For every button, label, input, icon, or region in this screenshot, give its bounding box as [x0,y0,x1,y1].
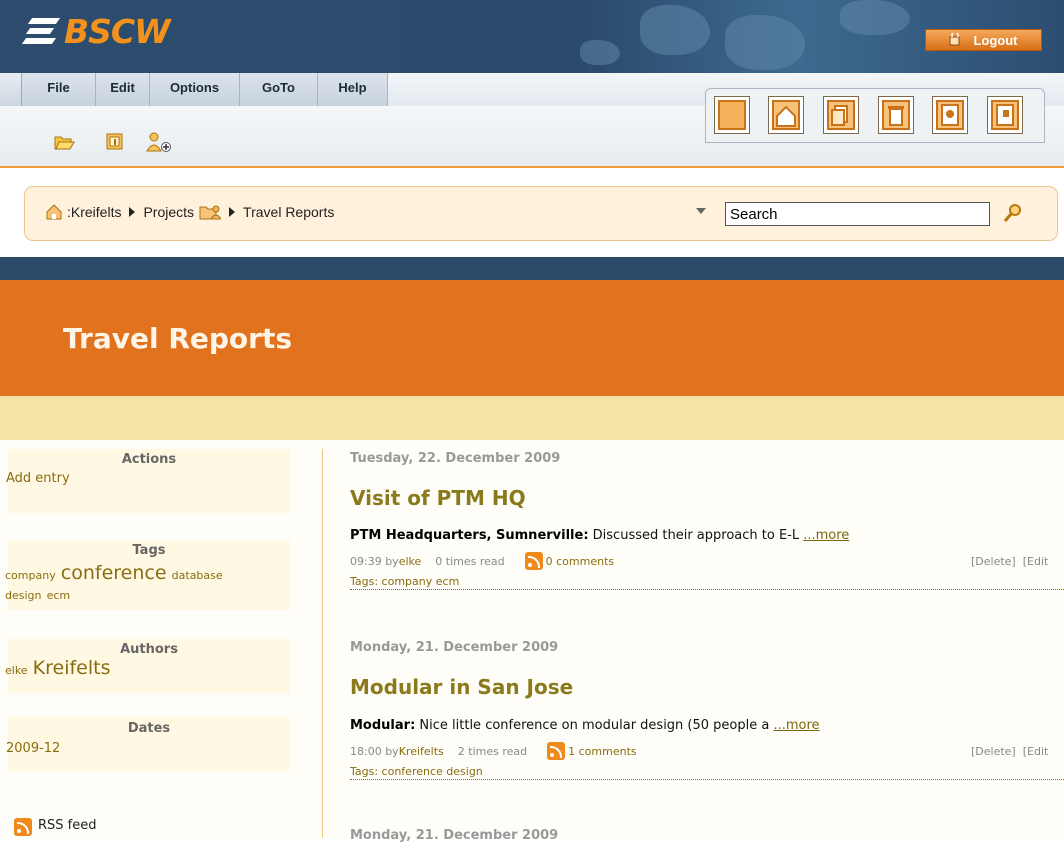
comments-rss-icon[interactable] [524,552,543,570]
rss-icon[interactable] [14,818,32,836]
author-kreifelts[interactable]: Kreifelts [33,657,111,679]
logo-mark-icon [21,14,61,50]
documents-icon [827,100,855,130]
entry-meta: 18:00 by Kreifelts 2 times read 1 commen… [350,742,637,760]
breadcrumb-current: Travel Reports [243,204,335,220]
entry-author[interactable]: elke [399,555,422,568]
entry-summary: PTM Headquarters, Sumnerville: Discussed… [350,528,849,543]
bscw-logo[interactable]: BSCW [21,12,171,51]
home-icon [772,100,800,130]
tag-conference[interactable]: conference [61,562,167,584]
entry-date: Monday, 21. December 2009 [350,640,559,655]
entry-time: 18:00 by [350,744,399,758]
menu-goto[interactable]: GoTo [240,73,318,106]
menu-file[interactable]: File [22,73,96,106]
logo-text: BSCW [64,12,171,51]
logout-button[interactable]: Logout [925,29,1042,51]
entry-actions: [Delete] [Edit [971,555,1048,568]
entry-date: Tuesday, 22. December 2009 [350,451,561,466]
tag-cloud: company conference database design ecm [5,564,290,605]
entry-text: Nice little conference on modular design… [415,718,774,733]
addressbook-view-tab[interactable] [932,96,968,134]
search-scope-dropdown-icon[interactable] [696,208,706,214]
actions-box: Actions Add entry [6,449,290,513]
search-icon[interactable] [1003,203,1023,223]
calendar-view-tab[interactable] [987,96,1023,134]
tags-heading: Tags [132,543,166,558]
entry-actions: [Delete] [Edit [971,745,1048,758]
divider-band [0,257,1064,280]
trash-view-tab[interactable] [878,96,914,134]
entry-reads: 2 times read [457,744,528,758]
open-folder-icon[interactable] [53,131,75,153]
delete-link[interactable]: [Delete] [971,555,1016,568]
entry-title[interactable]: Visit of PTM HQ [350,486,526,510]
tags-box: Tags company conference database design … [5,540,290,610]
entry-title[interactable]: Modular in San Jose [350,675,573,699]
dates-box: Dates 2009-12 [6,717,290,771]
breadcrumb-home[interactable]: :Kreifelts [67,204,121,220]
menu-help[interactable]: Help [318,73,388,106]
entry-lead: PTM Headquarters, Sumnerville: [350,528,589,543]
entry-tags[interactable]: Tags: conference design [350,765,1064,780]
clipboard-view-tab[interactable] [714,96,750,134]
more-link[interactable]: ...more [773,718,819,733]
entry-comments-link[interactable]: 1 comments [568,745,637,758]
edit-link[interactable]: [Edit [1023,555,1049,568]
tag-ecm[interactable]: ecm [47,589,71,602]
tag-database[interactable]: database [172,569,223,582]
author-cloud: elke Kreifelts [5,657,290,679]
authors-heading: Authors [120,642,178,657]
add-entry-link[interactable]: Add entry [6,471,290,486]
entry-meta: 09:39 by elke 0 times read 0 comments [350,552,614,570]
column-divider [322,449,323,838]
authors-box: Authors elke Kreifelts [5,639,290,693]
comments-rss-icon[interactable] [547,742,566,760]
entry-tags[interactable]: Tags: company ecm [350,575,1064,590]
edit-link[interactable]: [Edit [1023,745,1049,758]
documents-view-tab[interactable] [823,96,859,134]
breadcrumb-separator-icon [129,207,136,217]
calendar-icon [991,100,1019,130]
shared-folder-icon[interactable] [199,203,222,221]
header-banner: BSCW Logout [0,0,1064,73]
entry-comments-link[interactable]: 0 comments [546,555,615,568]
rss-feed-link[interactable]: RSS feed [38,818,97,833]
menu-options[interactable]: Options [150,73,240,106]
subtitle-band [0,396,1064,440]
tag-design[interactable]: design [5,589,42,602]
menu-edge [0,73,22,106]
info-icon[interactable] [104,131,126,153]
home-icon[interactable] [46,204,62,220]
logout-label: Logout [973,32,1018,48]
author-elke[interactable]: elke [5,664,28,677]
date-2009-12-link[interactable]: 2009-12 [6,741,290,756]
breadcrumb-separator-icon [229,207,236,217]
entry-text: Discussed their approach to E-L [588,528,804,543]
delete-link[interactable]: [Delete] [971,745,1016,758]
clipboard-icon [718,100,746,130]
dates-heading: Dates [127,721,171,736]
more-link[interactable]: ...more [803,528,849,543]
entry-author[interactable]: Kreifelts [399,745,444,758]
entry-summary: Modular: Nice little conference on modul… [350,718,820,733]
entry-time: 09:39 by [350,554,399,568]
tag-company[interactable]: company [5,569,56,582]
addressbook-icon [936,100,964,130]
page-title: Travel Reports [63,322,293,355]
add-member-icon[interactable] [145,131,173,153]
logout-icon [949,33,960,46]
search-input[interactable] [725,202,990,226]
breadcrumb-projects[interactable]: Projects [143,204,194,220]
entry-lead: Modular: [350,718,416,733]
trash-icon [882,100,910,130]
entry-date: Monday, 21. December 2009 [350,828,559,843]
menu-edit[interactable]: Edit [96,73,150,106]
actions-heading: Actions [121,452,177,467]
entry-reads: 0 times read [435,554,505,568]
home-view-tab[interactable] [768,96,804,134]
breadcrumb: :Kreifelts Projects Travel Reports [46,203,334,221]
